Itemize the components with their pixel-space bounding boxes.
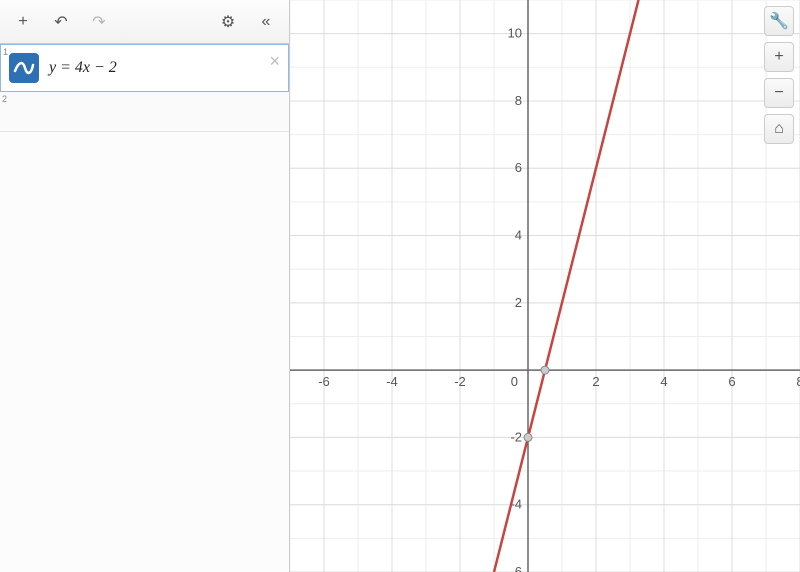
zoom-in-button[interactable]: +: [764, 42, 794, 72]
expression-index: 2: [2, 94, 7, 104]
svg-text:-6: -6: [510, 564, 522, 572]
plus-icon: +: [774, 48, 783, 66]
wave-icon: [13, 57, 35, 79]
redo-button[interactable]: ↷: [82, 7, 116, 37]
graph-canvas[interactable]: -6-4-202468-6-4-2246810: [290, 0, 800, 572]
svg-text:8: 8: [796, 374, 800, 389]
collapse-panel-button[interactable]: «: [249, 7, 283, 37]
home-icon: ⌂: [774, 120, 784, 138]
settings-button[interactable]: ⚙: [211, 7, 245, 37]
redo-icon: ↷: [92, 12, 105, 32]
svg-text:4: 4: [515, 228, 522, 243]
graph-tools: 🔧 + − ⌂: [764, 6, 794, 144]
svg-text:-2: -2: [454, 374, 466, 389]
expression-input[interactable]: y = 4x − 2: [39, 59, 288, 77]
undo-button[interactable]: ↶: [44, 7, 78, 37]
svg-text:2: 2: [592, 374, 599, 389]
svg-text:4: 4: [660, 374, 667, 389]
svg-text:6: 6: [515, 160, 522, 175]
expression-index: 1: [3, 47, 8, 57]
svg-text:8: 8: [515, 93, 522, 108]
gear-icon: ⚙: [221, 12, 235, 32]
svg-text:-6: -6: [318, 374, 330, 389]
home-button[interactable]: ⌂: [764, 114, 794, 144]
wrench-icon: 🔧: [769, 11, 789, 31]
toolbar: + ↶ ↷ ⚙ «: [0, 0, 289, 44]
zoom-out-button[interactable]: −: [764, 78, 794, 108]
undo-icon: ↶: [54, 12, 67, 32]
svg-text:-2: -2: [510, 429, 522, 444]
svg-text:6: 6: [728, 374, 735, 389]
svg-text:2: 2: [515, 295, 522, 310]
expression-row[interactable]: 1 y = 4x − 2 ×: [0, 44, 289, 92]
delete-expression-button[interactable]: ×: [269, 51, 280, 72]
graph-settings-button[interactable]: 🔧: [764, 6, 794, 36]
close-icon: ×: [269, 51, 280, 71]
plus-icon: +: [18, 13, 27, 31]
add-expression-button[interactable]: +: [6, 7, 40, 37]
chevron-left-icon: «: [262, 13, 271, 31]
svg-text:-4: -4: [386, 374, 398, 389]
app-root: + ↶ ↷ ⚙ « 1: [0, 0, 800, 572]
minus-icon: −: [774, 84, 783, 102]
svg-text:10: 10: [508, 26, 522, 41]
svg-text:0: 0: [511, 374, 518, 389]
expression-panel: + ↶ ↷ ⚙ « 1: [0, 0, 290, 572]
expression-row[interactable]: 2: [0, 92, 289, 132]
graph-area[interactable]: -6-4-202468-6-4-2246810 🔧 + − ⌂: [290, 0, 800, 572]
expression-list: 1 y = 4x − 2 × 2: [0, 44, 289, 572]
expression-color-icon[interactable]: [9, 53, 39, 83]
